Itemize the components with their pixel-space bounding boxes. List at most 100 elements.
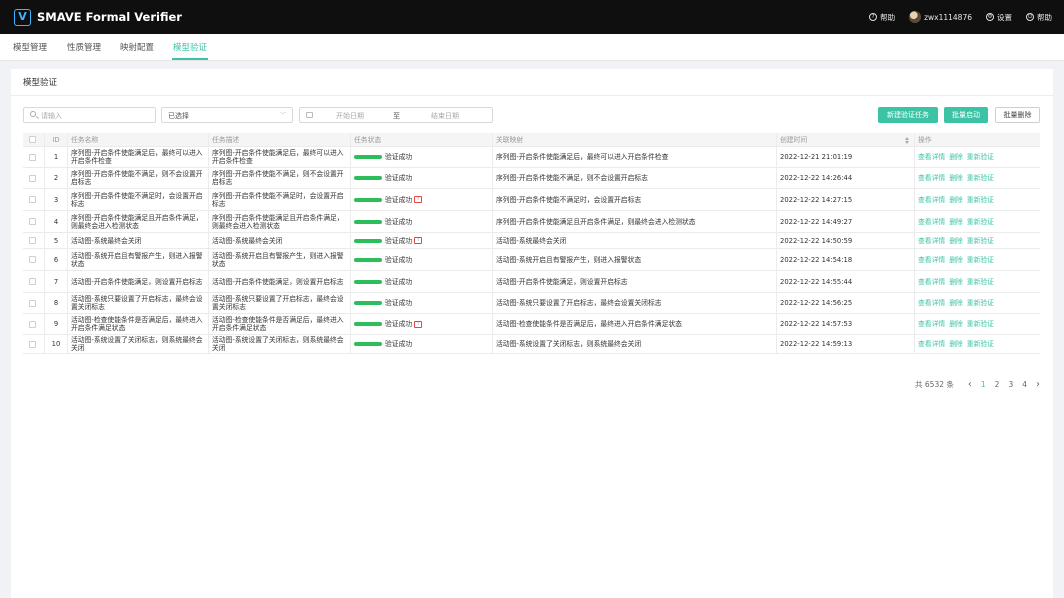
batch-start-button[interactable]: 批量启动 — [944, 107, 988, 123]
user-name: zwx1114876 — [924, 12, 972, 22]
reverify-link[interactable]: 重新验证 — [967, 218, 994, 226]
gear-icon: ⚙ — [986, 13, 994, 21]
delete-link[interactable]: 删除 — [949, 153, 963, 161]
table-row: 1 序列图-开启条件使能满足后，最终可以进入开启条件检查 序列图-开启条件使能满足后… — [23, 147, 1040, 168]
row-checkbox-cell — [23, 168, 44, 188]
header-actions: 操作 — [914, 133, 1040, 146]
row-checkbox[interactable] — [29, 299, 36, 307]
reverify-link[interactable]: 重新验证 — [967, 299, 994, 307]
reverify-link[interactable]: 重新验证 — [967, 256, 994, 264]
table-row: 8 活动图-系统只要设置了开启标志，最终会设置关闭标志 活动图-系统只要设置了开启标… — [23, 293, 1040, 314]
row-created-time: 2022-12-22 14:56:25 — [776, 293, 914, 313]
row-checkbox[interactable] — [29, 237, 36, 244]
delete-link[interactable]: 删除 — [949, 299, 963, 307]
tab-mapping-config[interactable]: 映射配置 — [120, 41, 154, 53]
delete-link[interactable]: 删除 — [949, 237, 963, 245]
row-id: 8 — [44, 293, 67, 313]
view-details-link[interactable]: 查看详情 — [918, 218, 945, 226]
page-1[interactable]: 1 — [981, 380, 986, 389]
tab-property-management[interactable]: 性质管理 — [67, 41, 101, 53]
delete-link[interactable]: 删除 — [949, 278, 963, 286]
sort-icon[interactable] — [905, 137, 910, 144]
tab-model-management[interactable]: 模型管理 — [13, 41, 47, 53]
view-details-link[interactable]: 查看详情 — [918, 256, 945, 264]
view-details-link[interactable]: 查看详情 — [918, 153, 945, 161]
row-id: 7 — [44, 271, 67, 292]
date-range-picker[interactable]: 开始日期 至 结束日期 — [299, 107, 493, 123]
row-checkbox-cell — [23, 314, 44, 334]
row-checkbox[interactable] — [29, 153, 36, 161]
row-task-name: 活动图-系统只要设置了开启标志，最终会设置关闭标志 — [67, 293, 208, 313]
search-input[interactable]: 请输入 — [23, 107, 156, 123]
status-progress-bar — [354, 197, 382, 202]
batch-delete-button[interactable]: 批量删除 — [995, 107, 1040, 123]
create-task-button[interactable]: 新建验证任务 — [878, 107, 938, 123]
row-checkbox[interactable] — [29, 218, 36, 225]
help-link-2[interactable]: ⏻ 帮助 — [1026, 12, 1052, 23]
reverify-link[interactable]: 重新验证 — [967, 278, 994, 286]
next-page-button[interactable]: › — [1036, 379, 1040, 390]
status-text: 验证成功 — [385, 320, 413, 328]
select-all-checkbox[interactable] — [29, 136, 36, 143]
table-row: 5 活动图-系统最终会关闭 活动图-系统最终会关闭 验证成功! 活动图-系统最终会关闭 2… — [23, 233, 1040, 249]
row-status: 验证成功 — [350, 211, 492, 232]
row-actions: 查看详情 删除 重新验证 — [914, 314, 1040, 334]
reverify-link[interactable]: 重新验证 — [967, 320, 994, 328]
user-menu[interactable]: zwx1114876 — [909, 11, 972, 23]
view-details-link[interactable]: 查看详情 — [918, 340, 945, 348]
table-row: 7 活动图-开启条件使能满足，则设置开启标志 活动图-开启条件使能满足，则设置开启标… — [23, 271, 1040, 293]
view-details-link[interactable]: 查看详情 — [918, 278, 945, 286]
range-separator: 至 — [393, 112, 400, 120]
delete-link[interactable]: 删除 — [949, 256, 963, 264]
view-details-link[interactable]: 查看详情 — [918, 299, 945, 307]
row-mapping: 序列图-开启条件使能不满足时，会设置开启标志 — [492, 189, 776, 210]
row-task-name: 活动图-系统开启且有警报产生，则进入报警状态 — [67, 249, 208, 270]
status-progress-bar — [354, 322, 382, 326]
header-created-time-label: 创建时间 — [780, 135, 808, 144]
view-details-link[interactable]: 查看详情 — [918, 174, 945, 182]
row-task-name: 序列图-开启条件使能不满足时，会设置开启标志 — [67, 189, 208, 210]
delete-link[interactable]: 删除 — [949, 320, 963, 328]
tab-model-verification[interactable]: 模型验证 — [173, 41, 207, 53]
start-date-input[interactable]: 开始日期 — [336, 111, 364, 121]
delete-link[interactable]: 删除 — [949, 174, 963, 182]
view-details-link[interactable]: 查看详情 — [918, 196, 945, 204]
end-date-input[interactable]: 结束日期 — [431, 111, 459, 121]
warning-icon[interactable]: ! — [414, 196, 423, 203]
header-created-time[interactable]: 创建时间 — [776, 133, 914, 146]
row-checkbox[interactable] — [29, 256, 36, 263]
status-select[interactable]: 已选择 ﹀ — [161, 107, 293, 123]
view-details-link[interactable]: 查看详情 — [918, 320, 945, 328]
row-checkbox[interactable] — [29, 340, 36, 348]
row-checkbox[interactable] — [29, 196, 36, 203]
reverify-link[interactable]: 重新验证 — [967, 153, 994, 161]
delete-link[interactable]: 删除 — [949, 196, 963, 204]
reverify-link[interactable]: 重新验证 — [967, 174, 994, 182]
row-id: 2 — [44, 168, 67, 188]
row-task-desc: 序列图-开启条件使能不满足，则不会设置开启标志 — [208, 168, 350, 188]
reverify-link[interactable]: 重新验证 — [967, 340, 994, 348]
row-checkbox[interactable] — [29, 278, 36, 285]
help-link[interactable]: ? 帮助 — [869, 12, 895, 23]
delete-link[interactable]: 删除 — [949, 218, 963, 226]
row-checkbox[interactable] — [29, 320, 36, 328]
page-2[interactable]: 2 — [995, 380, 1000, 389]
reverify-link[interactable]: 重新验证 — [967, 237, 994, 245]
view-details-link[interactable]: 查看详情 — [918, 237, 945, 245]
warning-icon[interactable]: ! — [414, 320, 423, 328]
page-3[interactable]: 3 — [1008, 380, 1013, 389]
delete-link[interactable]: 删除 — [949, 340, 963, 348]
row-created-time: 2022-12-22 14:27:15 — [776, 189, 914, 210]
prev-page-button[interactable]: ‹ — [968, 379, 972, 390]
row-task-name: 活动图-检查使能条件是否满足后，最终进入开启条件满足状态 — [67, 314, 208, 334]
row-id: 9 — [44, 314, 67, 334]
active-tab-indicator — [172, 58, 208, 60]
reverify-link[interactable]: 重新验证 — [967, 196, 994, 204]
row-checkbox-cell — [23, 249, 44, 270]
avatar — [909, 11, 922, 23]
row-checkbox[interactable] — [29, 174, 36, 182]
settings-link[interactable]: ⚙ 设置 — [986, 12, 1012, 23]
row-status: 验证成功 — [350, 335, 492, 353]
page-4[interactable]: 4 — [1022, 380, 1027, 389]
warning-icon[interactable]: ! — [414, 237, 423, 244]
